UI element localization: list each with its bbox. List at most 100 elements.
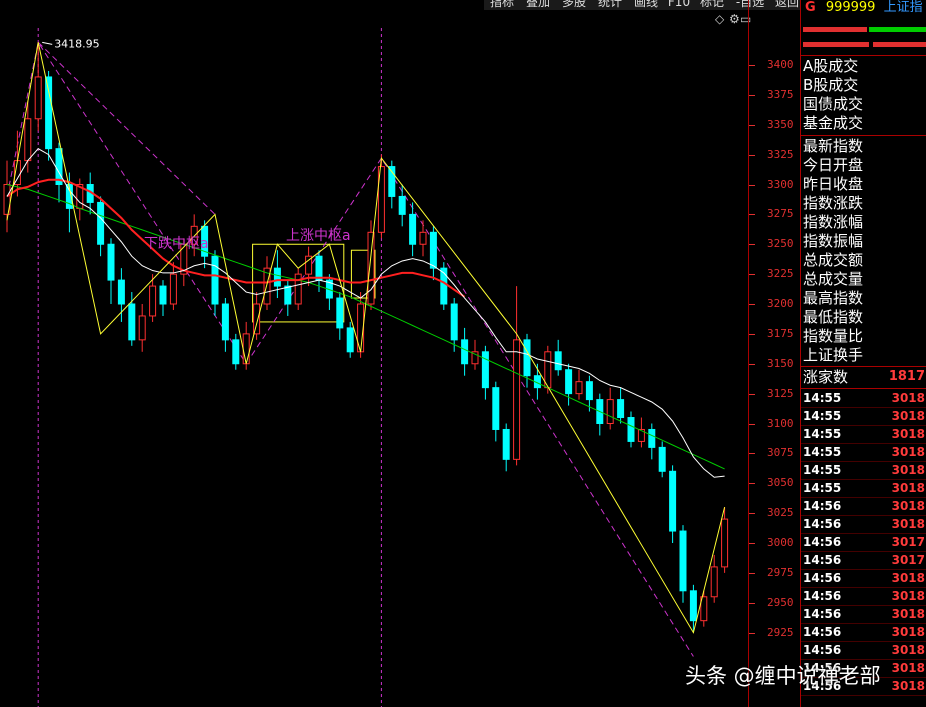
price-axis: 3400 3375 3350 3325 3300 3275 3250 3225 3200 3175… [748,0,801,707]
tick-time: 14:56 [803,571,842,585]
tick-row: 14:55 3018 [801,425,926,444]
candle-body [689,590,697,622]
tick-row: 14:56 3018 [801,497,926,516]
ma-white-line [6,148,725,478]
candle-body [669,470,677,532]
tick-row: 14:56 3018 [801,605,926,624]
stat-label: 指数振幅 [803,232,864,250]
y-tick-label: 3325 [767,147,794,161]
bar-red-3 [873,42,926,47]
tick-time: 14:56 [803,625,842,639]
y-tick-mark [749,513,755,515]
y-tick-mark [749,244,755,246]
y-tick-mark [749,423,755,425]
y-tick-label: 3225 [767,267,794,281]
y-tick-label: 3200 [767,297,794,310]
trend-dash-line [37,41,216,215]
candle-body [679,530,687,592]
stroke-line [6,42,726,634]
stat-label: 总成交量 [803,270,864,288]
tick-time: 14:55 [803,445,842,459]
y-tick-label: 3025 [767,506,794,520]
candle-body [409,213,417,245]
y-tick-mark [749,274,755,276]
bar-red-2 [803,42,869,47]
tick-value: 3018 [891,589,925,603]
stat-label: 最新指数 [803,137,864,155]
candle-body [242,333,250,365]
candle-body [419,231,427,245]
rise-count-label: 涨家数 [803,368,849,386]
stat-label: 总成交额 [803,251,864,269]
candle-body [253,303,261,335]
tick-value: 3018 [891,409,925,423]
code-row: G 999999 上证指 [805,0,923,15]
tick-value: 3018 [891,643,925,657]
tick-time: 14:56 [803,589,842,603]
tick-row: 14:55 3018 [801,407,926,426]
candle-body [721,518,729,568]
stat-label: 最低指数 [803,308,864,326]
candle-body [523,339,531,377]
tick-time: 14:55 [803,409,842,423]
tick-value: 3018 [891,679,925,693]
candle-body [513,339,521,460]
tick-row: 14:55 3018 [801,461,926,480]
y-tick-label: 3150 [767,356,794,370]
tick-time: 14:56 [803,517,842,531]
stat-label: 昨日收盘 [803,175,864,193]
y-tick-mark [749,543,755,544]
peak-label: 3418.95 [54,37,99,50]
candle-body [585,381,593,401]
y-tick-mark [749,632,755,634]
candle-body [710,566,718,598]
candle-body [336,297,344,329]
candle-body [138,315,146,341]
y-tick-label: 3350 [767,117,794,131]
kline-chart[interactable]: 3418.95 下跌中枢a 上涨中枢a [0,0,748,707]
candle-body [45,76,53,150]
candle-body [492,387,500,430]
candle-body [398,195,406,215]
y-tick-mark [749,393,755,395]
tick-time: 14:56 [803,643,842,657]
stat-label: 指数量比 [803,327,864,345]
candle-body [606,399,614,425]
y-tick-mark [749,453,755,455]
candle-body [169,273,177,305]
tick-value: 3018 [891,661,925,675]
y-tick-label: 2925 [767,625,794,639]
y-tick-mark [749,572,755,574]
tick-value: 3018 [891,391,925,405]
candle-body [221,303,229,341]
y-tick-label: 2975 [767,565,794,579]
tick-value: 3018 [891,427,925,441]
y-tick-mark [749,214,755,216]
candle-body [315,255,323,281]
y-tick-mark [749,602,755,604]
stat-label: B股成交 [803,76,859,94]
watermark: 头条 @缠中说禅老部 [685,664,881,688]
y-tick-mark [749,363,755,365]
tick-row: 14:56 3018 [801,623,926,642]
candle-body [658,446,666,472]
y-tick-label: 2950 [767,595,794,609]
bar-green-1 [869,27,926,32]
zone-down-label: 下跌中枢a [144,236,209,252]
stat-label: 基金成交 [803,114,864,132]
stat-label: 国债成交 [803,95,864,113]
divider [801,135,926,136]
stat-label: 指数涨跌 [803,194,864,212]
y-tick-label: 3275 [767,207,794,221]
tick-value: 3018 [891,517,925,531]
ma-green-line [6,184,725,470]
tick-value: 3018 [891,445,925,459]
divider [801,55,926,56]
y-tick-label: 3300 [767,177,794,191]
candle-body [346,327,354,353]
tick-value: 3018 [891,463,925,477]
tick-row: 14:56 3017 [801,551,926,570]
y-tick-label: 3100 [767,416,794,430]
tick-time: 14:56 [803,553,842,567]
y-tick-label: 3375 [767,87,794,101]
